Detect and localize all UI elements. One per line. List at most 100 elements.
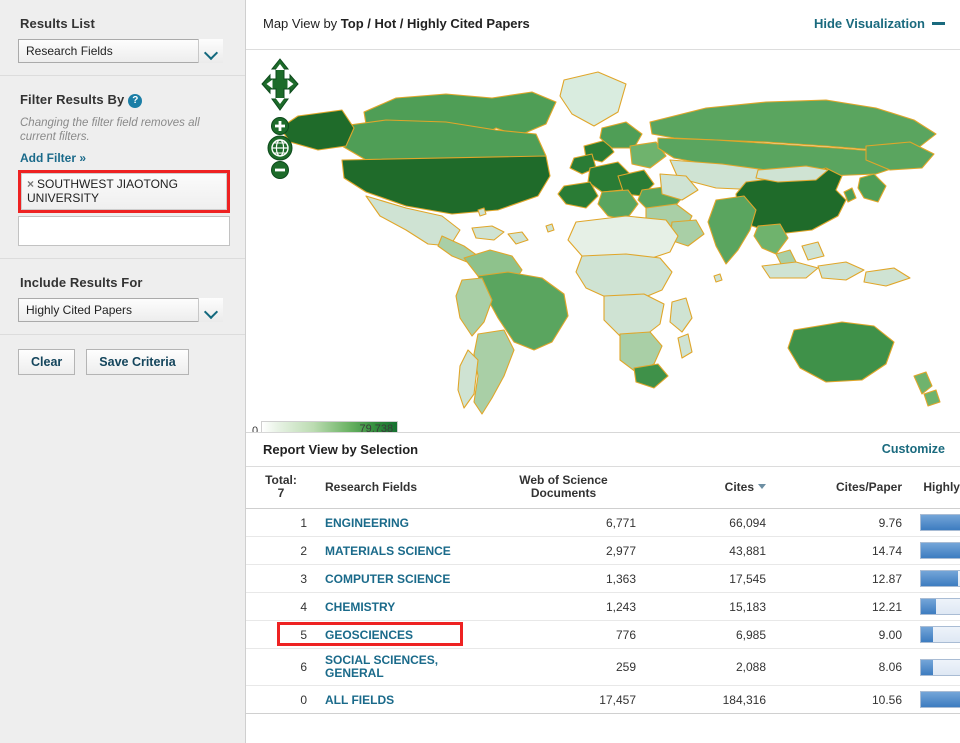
row-research-field: CHEMISTRY: [316, 592, 482, 621]
sidebar-actions: Clear Save Criteria: [0, 335, 245, 389]
add-filter-link[interactable]: Add Filter »: [20, 151, 86, 165]
row-research-field: ENGINEERING: [316, 508, 482, 537]
row-cites-per-paper: 12.87: [775, 564, 911, 593]
row-wos-documents: 1,363: [482, 564, 645, 593]
hcp-bar: 22: [920, 570, 960, 587]
research-field-link[interactable]: CHEMISTRY: [325, 600, 395, 614]
column-research-fields[interactable]: Research Fields: [316, 467, 482, 509]
pan-control-svg: [261, 58, 299, 111]
table-row[interactable]: 2 MATERIALS SCIENCE 2,97743,88114.74 35: [246, 536, 960, 565]
hide-visualization-label: Hide Visualization: [813, 16, 925, 31]
research-field-link[interactable]: SOCIAL SCIENCES, GENERAL: [325, 654, 473, 680]
hcp-bar-fill: [921, 571, 958, 586]
row-rank: 3: [246, 564, 316, 593]
sidebar: Results List Research Fields Filter Resu…: [0, 0, 246, 743]
table-row[interactable]: 4 CHEMISTRY 1,24315,18312.21 9: [246, 592, 960, 621]
table-row[interactable]: 1 ENGINEERING 6,77166,0949.76 72: [246, 508, 960, 537]
question-mark-icon[interactable]: ?: [128, 94, 143, 108]
include-results-select-value: Highly Cited Papers: [18, 298, 223, 322]
total-value: 7: [277, 486, 285, 500]
hcp-bar: 9: [920, 598, 960, 615]
report-panel: Report View by Selection Customize Total…: [246, 432, 960, 743]
app-root: Results List Research Fields Filter Resu…: [0, 0, 960, 743]
zoom-control[interactable]: [262, 117, 298, 179]
results-list-select[interactable]: Research Fields: [18, 39, 223, 63]
map-controls[interactable]: [261, 58, 299, 179]
research-field-link[interactable]: ALL FIELDS: [325, 693, 394, 707]
row-highly-cited-papers: 22: [911, 564, 960, 593]
row-rank: 2: [246, 536, 316, 565]
row-research-field: GEOSCIENCES: [316, 620, 482, 649]
results-list-select-value: Research Fields: [18, 39, 223, 63]
save-criteria-button[interactable]: Save Criteria: [86, 349, 189, 375]
pan-arrows-icon[interactable]: [261, 58, 299, 112]
row-rank: 5: [246, 620, 316, 649]
row-wos-documents: 2,977: [482, 536, 645, 565]
map-title-bold: Top / Hot / Highly Cited Papers: [340, 16, 530, 31]
row-wos-documents: 1,243: [482, 592, 645, 621]
row-cites-per-paper: 9.76: [775, 508, 911, 537]
table-row[interactable]: 3 COMPUTER SCIENCE 1,36317,54512.87 22: [246, 564, 960, 593]
row-cites-per-paper: 8.06: [775, 648, 911, 686]
row-cites: 43,881: [645, 536, 775, 565]
report-header: Report View by Selection Customize: [246, 433, 960, 467]
research-field-link[interactable]: MATERIALS SCIENCE: [325, 544, 451, 558]
row-cites: 6,985: [645, 620, 775, 649]
chevron-down-icon[interactable]: [198, 39, 223, 63]
world-map-svg: [246, 50, 960, 432]
table-row[interactable]: 5 GEOSCIENCES 7766,9859.00 7: [246, 620, 960, 649]
hcp-bar-fill: [921, 599, 937, 614]
row-highly-cited-papers: 9: [911, 592, 960, 621]
research-field-link[interactable]: GEOSCIENCES: [325, 628, 413, 642]
column-cites[interactable]: Cites: [645, 467, 775, 509]
close-icon[interactable]: ×: [27, 177, 34, 191]
filter-results-section: Filter Results By? Changing the filter f…: [0, 76, 245, 259]
research-field-link[interactable]: COMPUTER SCIENCE: [325, 572, 450, 586]
row-highly-cited-papers: 192: [911, 685, 960, 714]
hcp-bar-fill: [921, 515, 960, 530]
row-rank: 1: [246, 508, 316, 537]
row-cites: 2,088: [645, 648, 775, 686]
legend-max-value: 79,738: [359, 423, 394, 432]
clear-button[interactable]: Clear: [18, 349, 76, 375]
row-cites-per-paper: 10.56: [775, 685, 911, 714]
customize-link[interactable]: Customize: [882, 442, 945, 456]
column-wos-documents[interactable]: Web of Science Documents: [482, 467, 645, 509]
row-wos-documents: 776: [482, 620, 645, 649]
world-map[interactable]: 0 79,738: [246, 50, 960, 432]
row-highly-cited-papers: 72: [911, 508, 960, 537]
row-wos-documents: 259: [482, 648, 645, 686]
row-cites: 184,316: [645, 685, 775, 714]
row-highly-cited-papers: 7: [911, 648, 960, 686]
row-wos-documents: 6,771: [482, 508, 645, 537]
hide-visualization-button[interactable]: Hide Visualization: [814, 16, 945, 31]
row-highly-cited-papers: 7: [911, 620, 960, 649]
filter-chip[interactable]: × SOUTHWEST JIAOTONG UNIVERSITY: [21, 173, 227, 210]
table-row[interactable]: 0 ALL FIELDS 17,457184,31610.56 192: [246, 685, 960, 714]
caret-down-icon: [758, 484, 766, 489]
chevron-down-icon[interactable]: [198, 298, 223, 322]
row-cites-per-paper: 9.00: [775, 620, 911, 649]
report-table-head: Total: 7 Research Fields Web of Science …: [246, 467, 960, 509]
hcp-bar: 35: [920, 542, 960, 559]
research-field-link[interactable]: ENGINEERING: [325, 516, 409, 530]
filter-empty-input[interactable]: [18, 216, 230, 246]
filter-chip-label: SOUTHWEST JIAOTONG UNIVERSITY: [27, 177, 178, 205]
column-cites-per-paper[interactable]: Cites/Paper: [775, 467, 911, 509]
row-rank: 6: [246, 648, 316, 686]
results-list-title: Results List: [20, 16, 95, 31]
row-research-field: SOCIAL SCIENCES, GENERAL: [316, 648, 482, 686]
column-total: Total: 7: [246, 467, 316, 509]
row-cites: 15,183: [645, 592, 775, 621]
map-panel-header: Map View by Top / Hot / Highly Cited Pap…: [246, 0, 960, 50]
filter-results-title: Filter Results By?: [20, 92, 227, 108]
include-results-select[interactable]: Highly Cited Papers: [18, 298, 223, 322]
row-highly-cited-papers: 35: [911, 536, 960, 565]
row-research-field: ALL FIELDS: [316, 685, 482, 714]
include-results-title: Include Results For: [20, 275, 143, 290]
table-row[interactable]: 6 SOCIAL SCIENCES, GENERAL 2592,0888.06 7: [246, 648, 960, 686]
column-highly-cited-papers[interactable]: Highly Cited Papers: [911, 467, 960, 509]
hcp-bar: 7: [920, 658, 960, 676]
row-cites: 66,094: [645, 508, 775, 537]
main-content: Map View by Top / Hot / Highly Cited Pap…: [246, 0, 960, 743]
